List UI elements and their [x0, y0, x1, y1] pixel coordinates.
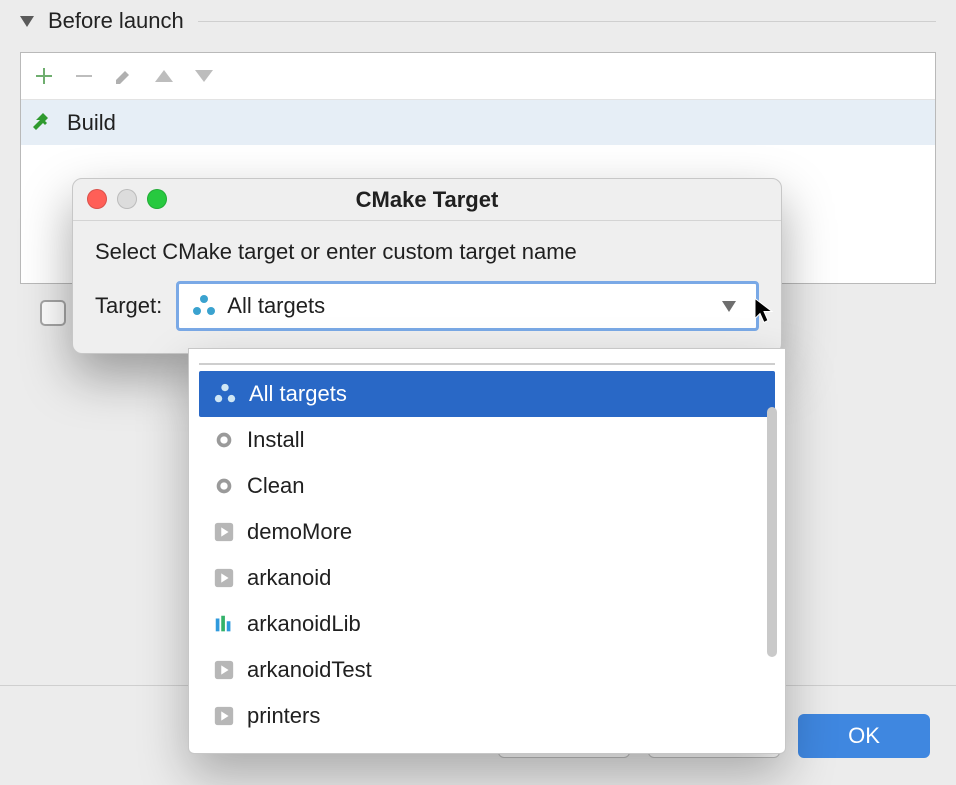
dropdown-item-label: arkanoidTest	[247, 657, 372, 683]
divider	[199, 363, 775, 365]
library-icon	[213, 613, 235, 635]
dropdown-item-demomore[interactable]: demoMore	[199, 509, 775, 555]
dialog-body: Select CMake target or enter custom targ…	[73, 221, 781, 353]
move-down-icon[interactable]	[193, 65, 215, 87]
gear-icon	[213, 475, 235, 497]
dropdown-item-install[interactable]: Install	[199, 417, 775, 463]
dialog-prompt: Select CMake target or enter custom targ…	[95, 239, 759, 265]
dropdown-item-label: demoMore	[247, 519, 352, 545]
run-icon	[213, 521, 235, 543]
target-label: Target:	[95, 293, 162, 319]
dropdown-item-label: Clean	[247, 473, 304, 499]
list-toolbar	[21, 53, 935, 99]
target-combobox-value: All targets	[227, 293, 325, 319]
run-icon	[213, 567, 235, 589]
dropdown-item-arkanoidtest[interactable]: arkanoidTest	[199, 647, 775, 693]
section-header[interactable]: Before launch	[20, 8, 936, 34]
ok-button-label: OK	[848, 723, 880, 749]
list-item-label: Build	[67, 110, 116, 136]
divider	[198, 21, 936, 22]
dropdown-item-label: arkanoidLib	[247, 611, 361, 637]
add-icon[interactable]	[33, 65, 55, 87]
section-title: Before launch	[48, 8, 184, 34]
target-dropdown[interactable]: All targets Install Clean demoMore arkan	[188, 348, 786, 754]
dropdown-item-arkanoid[interactable]: arkanoid	[199, 555, 775, 601]
dialog-titlebar: CMake Target	[73, 179, 781, 221]
minimize-window-icon	[117, 189, 137, 209]
disclosure-triangle-icon[interactable]	[20, 16, 34, 27]
run-icon	[213, 659, 235, 681]
run-icon	[213, 705, 235, 727]
cmake-target-dialog: CMake Target Select CMake target or ente…	[72, 178, 782, 354]
checkbox[interactable]	[40, 300, 66, 326]
ok-button[interactable]: OK	[798, 714, 930, 758]
remove-icon[interactable]	[73, 65, 95, 87]
gear-icon	[213, 429, 235, 451]
target-combobox[interactable]: All targets	[176, 281, 759, 331]
window-controls	[87, 189, 167, 209]
dialog-title: CMake Target	[356, 187, 499, 213]
dropdown-item-arkanoidlib[interactable]: arkanoidLib	[199, 601, 775, 647]
edit-icon[interactable]	[113, 65, 135, 87]
dropdown-item-label: printers	[247, 703, 320, 729]
chevron-down-icon	[722, 301, 736, 312]
target-row: Target: All targets	[95, 281, 759, 331]
dropdown-item-label: Install	[247, 427, 304, 453]
zoom-window-icon[interactable]	[147, 189, 167, 209]
dropdown-item-clean[interactable]: Clean	[199, 463, 775, 509]
hammer-icon	[33, 111, 57, 135]
list-item[interactable]: Build	[21, 99, 935, 145]
close-window-icon[interactable]	[87, 189, 107, 209]
move-up-icon[interactable]	[153, 65, 175, 87]
dropdown-item-label: arkanoid	[247, 565, 331, 591]
mouse-cursor-icon	[754, 298, 776, 332]
hierarchy-icon	[191, 293, 217, 319]
hierarchy-icon	[213, 382, 237, 406]
dropdown-item-printers[interactable]: printers	[199, 693, 775, 739]
dropdown-item-all-targets[interactable]: All targets	[199, 371, 775, 417]
scrollbar[interactable]	[767, 407, 777, 657]
dropdown-item-label: All targets	[249, 381, 347, 407]
